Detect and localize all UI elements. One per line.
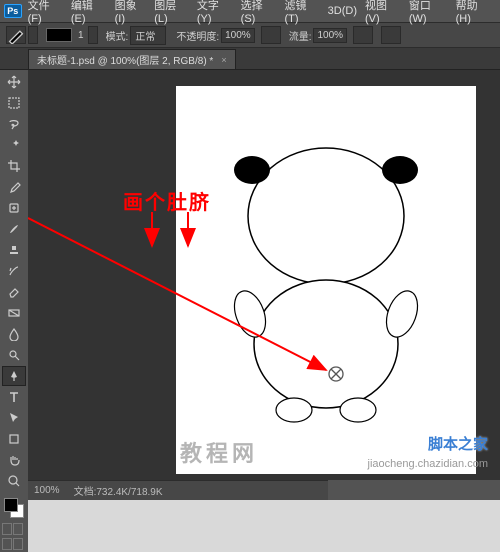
menu-image[interactable]: 图象(I) <box>115 0 147 25</box>
menu-view[interactable]: 视图(V) <box>365 0 401 25</box>
brush-tool[interactable] <box>2 219 26 239</box>
menu-layer[interactable]: 图层(L) <box>154 0 189 25</box>
close-icon[interactable]: × <box>221 55 226 65</box>
ps-logo: Ps <box>4 4 22 18</box>
menu-file[interactable]: 文件(F) <box>28 0 63 25</box>
brush-size: 1 <box>78 30 84 41</box>
pen-tool[interactable] <box>2 366 26 386</box>
tool-palette <box>0 70 28 552</box>
shape-tool[interactable] <box>2 429 26 449</box>
photoshop-window: Ps 文件(F) 编辑(E) 图象(I) 图层(L) 文字(Y) 选择(S) 滤… <box>0 0 500 500</box>
menu-edit[interactable]: 编辑(E) <box>71 0 107 25</box>
mask-mode[interactable] <box>2 523 26 535</box>
tool-preset-icon[interactable] <box>6 26 26 44</box>
path-select-tool[interactable] <box>2 408 26 428</box>
zoom-tool[interactable] <box>2 471 26 491</box>
heal-tool[interactable] <box>2 198 26 218</box>
lasso-tool[interactable] <box>2 114 26 134</box>
history-brush-tool[interactable] <box>2 261 26 281</box>
crop-tool[interactable] <box>2 156 26 176</box>
pressure-size-icon[interactable] <box>381 26 401 44</box>
pressure-opacity-icon[interactable] <box>261 26 281 44</box>
brush-drop[interactable] <box>88 26 98 44</box>
doc-info: 文档:732.4K/718.9K <box>74 483 163 498</box>
fg-color[interactable] <box>4 498 18 512</box>
watermark-url: jiaocheng.chazidian.com <box>368 458 488 470</box>
mode-label: 模式: <box>106 28 129 43</box>
watermark-brand: 脚本之家 <box>428 433 488 454</box>
menu-bar: Ps 文件(F) 编辑(E) 图象(I) 图层(L) 文字(Y) 选择(S) 滤… <box>0 0 500 22</box>
options-bar: 1 模式: 正常 不透明度: 100% 流量: 100% <box>0 22 500 48</box>
mode-select[interactable]: 正常 <box>130 26 166 45</box>
type-tool[interactable] <box>2 387 26 407</box>
tool-preset-drop[interactable] <box>28 26 38 44</box>
screen-mode[interactable] <box>2 538 26 550</box>
menu-filter[interactable]: 滤镜(T) <box>284 0 319 25</box>
wand-tool[interactable] <box>2 135 26 155</box>
menu-select[interactable]: 选择(S) <box>241 0 277 25</box>
menu-help[interactable]: 帮助(H) <box>456 0 492 25</box>
eyedropper-tool[interactable] <box>2 177 26 197</box>
annotation-arrows <box>28 70 498 480</box>
opacity-value[interactable]: 100% <box>221 28 255 43</box>
flow-value[interactable]: 100% <box>313 28 347 43</box>
watermark-faded: 教程网 <box>180 436 258 468</box>
opacity-label: 不透明度: <box>176 28 219 43</box>
canvas-area: 画个肚脐 <box>28 70 500 480</box>
menu-3d[interactable]: 3D(D) <box>328 5 357 17</box>
airbrush-icon[interactable] <box>353 26 373 44</box>
menu-window[interactable]: 窗口(W) <box>409 0 448 25</box>
gradient-tool[interactable] <box>2 303 26 323</box>
doc-tabs: 未标题-1.psd @ 100%(图层 2, RGB/8) * × <box>0 48 500 70</box>
blur-tool[interactable] <box>2 324 26 344</box>
move-tool[interactable] <box>2 72 26 92</box>
hand-tool[interactable] <box>2 450 26 470</box>
zoom-level[interactable]: 100% <box>34 485 60 496</box>
doc-tab[interactable]: 未标题-1.psd @ 100%(图层 2, RGB/8) * × <box>28 49 236 69</box>
brush-preview[interactable] <box>46 28 72 42</box>
dodge-tool[interactable] <box>2 345 26 365</box>
marquee-tool[interactable] <box>2 93 26 113</box>
eraser-tool[interactable] <box>2 282 26 302</box>
stamp-tool[interactable] <box>2 240 26 260</box>
status-bar: 100% 文档:732.4K/718.9K <box>28 480 328 500</box>
menu-type[interactable]: 文字(Y) <box>197 0 233 25</box>
tab-title: 未标题-1.psd @ 100%(图层 2, RGB/8) * <box>37 52 213 67</box>
flow-label: 流量: <box>289 28 312 43</box>
